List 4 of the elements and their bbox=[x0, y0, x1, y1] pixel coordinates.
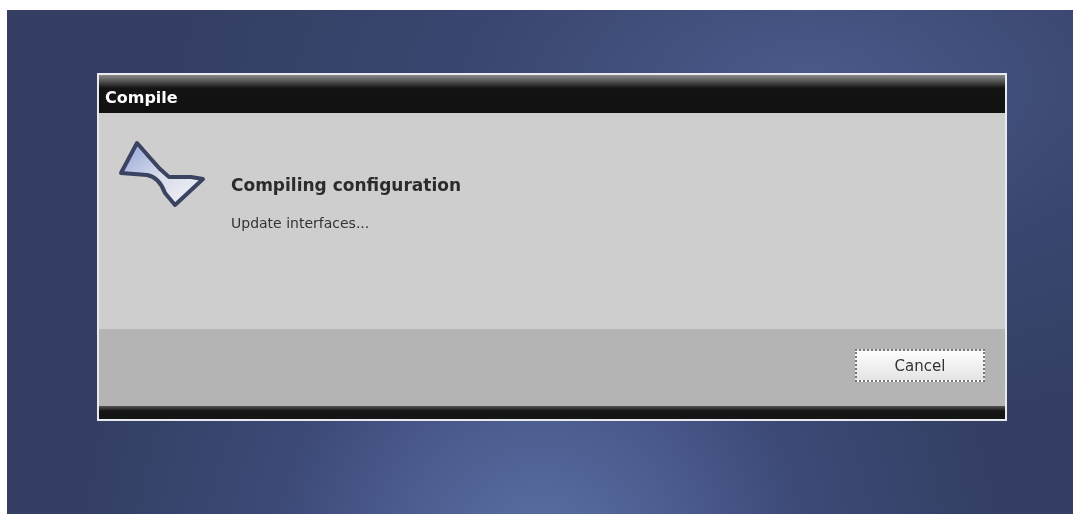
status-message: Update interfaces... bbox=[231, 215, 370, 231]
dialog-heading: Compiling configuration bbox=[231, 175, 462, 195]
cancel-button[interactable]: Cancel bbox=[855, 349, 985, 382]
window-title: Compile bbox=[105, 88, 178, 107]
